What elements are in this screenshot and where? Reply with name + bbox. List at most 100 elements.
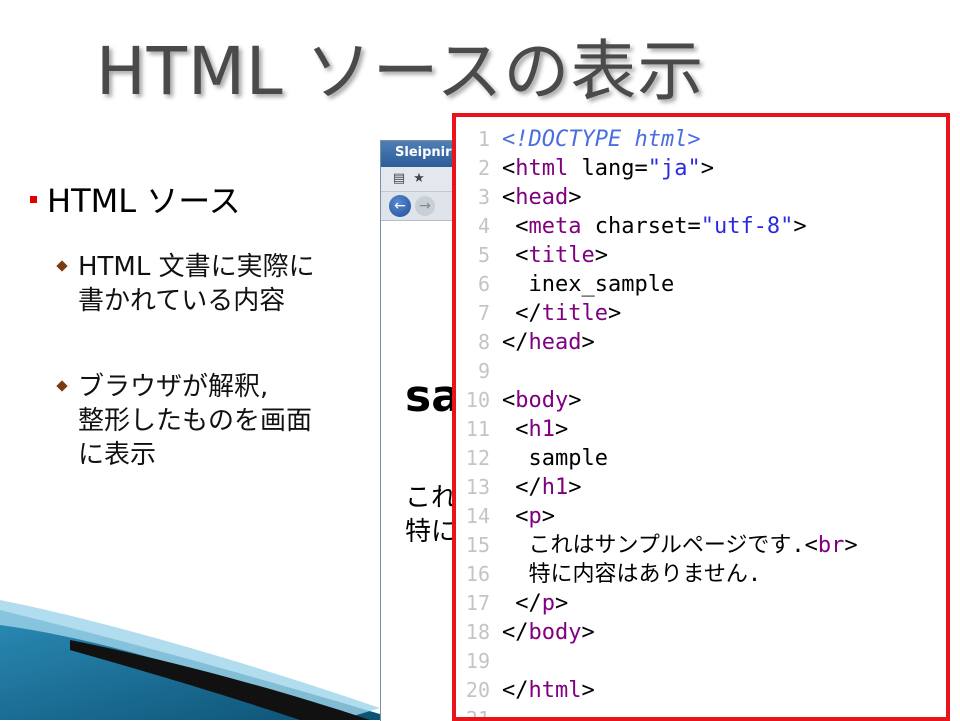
code-token: これはサンプルページです. bbox=[502, 533, 805, 558]
back-arrow-icon[interactable]: ← bbox=[389, 195, 411, 217]
source-line-content: <h1> bbox=[502, 415, 568, 444]
line-number: 18 bbox=[465, 620, 490, 644]
code-token: > bbox=[581, 620, 595, 645]
rendered-paragraph: これ 特に bbox=[405, 481, 457, 549]
source-line-content: <html lang="ja"> bbox=[502, 154, 714, 183]
code-token: html bbox=[515, 156, 569, 181]
line-number: 6 bbox=[477, 272, 490, 296]
code-token: title bbox=[528, 243, 595, 268]
diamond-bullet-icon bbox=[56, 380, 68, 392]
source-line-content: <title> bbox=[502, 241, 608, 270]
code-token: head bbox=[515, 185, 569, 210]
code-token: </ bbox=[502, 678, 529, 703]
rendered-paragraph-line2: 特に bbox=[405, 517, 458, 547]
code-token: > bbox=[793, 214, 807, 239]
source-line-content: sample bbox=[502, 444, 608, 473]
line-number: 12 bbox=[465, 446, 490, 470]
code-token: </ bbox=[502, 301, 542, 326]
source-line-content: </p> bbox=[502, 589, 568, 618]
line-number: 8 bbox=[477, 330, 490, 354]
source-line-content: </head> bbox=[502, 328, 595, 357]
source-line-content: <body> bbox=[502, 386, 581, 415]
source-line-content: </h1> bbox=[502, 473, 581, 502]
source-line-content: これはサンプルページです.<br> bbox=[502, 531, 857, 560]
code-token: > bbox=[581, 678, 595, 703]
subbullet-browser-render: ブラウザが解釈, 整形したものを画面 に表示 bbox=[56, 370, 313, 472]
line-number: 17 bbox=[465, 591, 490, 615]
subbullet-document-content-line1: HTML 文書に実際に bbox=[78, 252, 315, 282]
source-line-content: </title> bbox=[502, 299, 621, 328]
line-number: 13 bbox=[465, 475, 490, 499]
code-token: 特に内容はありません. bbox=[502, 562, 762, 587]
source-line-content: <p> bbox=[502, 502, 555, 531]
source-line-content: <!DOCTYPE html> bbox=[502, 125, 701, 154]
forward-arrow-icon[interactable]: → bbox=[415, 196, 435, 216]
code-token: "utf-8" bbox=[700, 214, 794, 239]
source-line-content: <meta charset="utf-8"> bbox=[502, 212, 807, 241]
subbullet-document-content-line2: 書かれている内容 bbox=[78, 286, 286, 316]
source-line-content: <head> bbox=[502, 183, 581, 212]
line-number: 3 bbox=[477, 185, 490, 209]
code-token: lang= bbox=[568, 156, 648, 181]
source-line-content: inex_sample bbox=[502, 270, 674, 299]
rendered-paragraph-line1: これ bbox=[405, 483, 458, 513]
code-token: h1 bbox=[528, 417, 556, 442]
line-number: 7 bbox=[477, 301, 490, 325]
code-token: </ bbox=[502, 330, 529, 355]
code-token: > bbox=[700, 156, 714, 181]
code-token: > bbox=[594, 243, 608, 268]
code-token: head bbox=[528, 330, 582, 355]
line-number: 16 bbox=[465, 562, 490, 586]
code-token: charset= bbox=[581, 214, 701, 239]
line-number: 10 bbox=[465, 388, 490, 412]
code-token: > bbox=[555, 417, 569, 442]
code-token: < bbox=[502, 214, 529, 239]
code-token: > bbox=[581, 330, 595, 355]
panel-icon[interactable]: ▤ bbox=[391, 171, 407, 187]
line-number: 4 bbox=[477, 214, 490, 238]
decorative-swoosh bbox=[0, 600, 400, 720]
code-token: sample bbox=[502, 446, 608, 471]
line-number: 15 bbox=[465, 533, 490, 557]
code-token: > bbox=[568, 388, 582, 413]
line-number: 20 bbox=[465, 678, 490, 702]
line-number: 9 bbox=[477, 359, 490, 383]
line-number: 11 bbox=[465, 417, 490, 441]
code-token: p bbox=[528, 504, 542, 529]
subbullet-browser-render-line2: 整形したものを画面 bbox=[78, 406, 313, 436]
code-token: </ bbox=[502, 620, 529, 645]
code-token: "ja" bbox=[647, 156, 701, 181]
code-token: > bbox=[541, 504, 555, 529]
subbullet-document-content: HTML 文書に実際に 書かれている内容 bbox=[56, 250, 315, 318]
code-token: html bbox=[528, 678, 582, 703]
code-token: > bbox=[607, 301, 622, 326]
diamond-bullet-icon bbox=[56, 260, 68, 272]
line-number: 2 bbox=[477, 156, 490, 180]
bullet-html-source: HTML ソース bbox=[30, 176, 241, 222]
code-token: p bbox=[541, 591, 555, 616]
code-token: < bbox=[804, 533, 818, 558]
subbullet-browser-render-line1: ブラウザが解釈, bbox=[78, 372, 269, 402]
code-token: h1 bbox=[541, 475, 569, 500]
line-number: 5 bbox=[477, 243, 490, 267]
line-number: 1 bbox=[477, 127, 490, 151]
code-token: > bbox=[555, 591, 569, 616]
code-token: body bbox=[528, 620, 582, 645]
code-token: meta bbox=[528, 214, 582, 239]
code-token: title bbox=[541, 301, 608, 326]
red-square-bullet-icon bbox=[30, 195, 37, 203]
line-number: 14 bbox=[465, 504, 490, 528]
code-token: > bbox=[568, 185, 582, 210]
code-token: < bbox=[502, 156, 516, 181]
source-line-content: 特に内容はありません. bbox=[502, 560, 761, 589]
line-number: 21 bbox=[465, 707, 490, 721]
code-token: < bbox=[502, 388, 516, 413]
code-token: inex_sample bbox=[502, 272, 675, 297]
code-token: br bbox=[817, 533, 845, 558]
source-line-content: </body> bbox=[502, 618, 595, 647]
code-token: </ bbox=[502, 591, 542, 616]
code-token: < bbox=[502, 417, 529, 442]
star-icon[interactable]: ★ bbox=[411, 171, 427, 187]
code-token: < bbox=[502, 504, 529, 529]
code-token: < bbox=[502, 185, 516, 210]
